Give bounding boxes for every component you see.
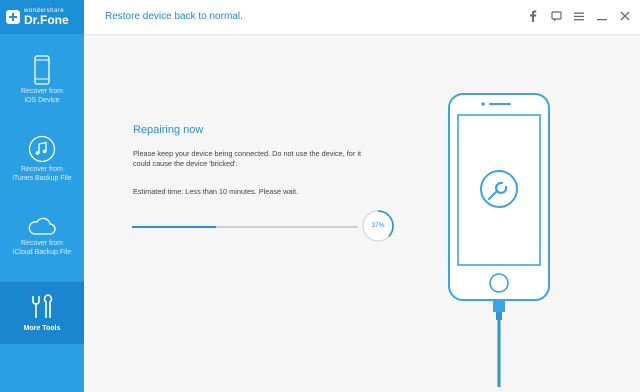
brand-text: wondershare Dr.Fone	[24, 8, 69, 26]
header-title: Restore device back to normal.	[105, 11, 243, 22]
phone-icon	[34, 55, 50, 85]
sidebar-item-label: Recover from iTunes Backup File	[0, 165, 84, 183]
facebook-icon[interactable]	[526, 9, 540, 23]
sidebar-item-more-tools[interactable]: More Tools	[0, 282, 84, 344]
label-line1: Recover from	[20, 240, 63, 247]
main-panel: Repairing now Please keep your device be…	[84, 35, 640, 392]
title-bar: Restore device back to normal.	[84, 0, 640, 35]
close-icon[interactable]	[618, 9, 632, 23]
repair-description: Please keep your device being connected.…	[133, 149, 361, 168]
label-line2: iOS Device	[24, 97, 60, 104]
menu-icon[interactable]	[572, 9, 586, 23]
app-logo: wondershare Dr.Fone	[0, 0, 84, 34]
feedback-icon[interactable]	[549, 9, 563, 23]
music-note-icon	[28, 135, 56, 163]
window-controls	[526, 9, 632, 23]
sidebar-item-recover-ios[interactable]: Recover from iOS Device	[0, 55, 84, 115]
plus-icon	[6, 10, 20, 24]
sidebar-item-label: Recover from iOS Device	[0, 87, 84, 105]
brand-name: Dr.Fone	[24, 13, 69, 27]
iphone-illustration	[448, 93, 550, 387]
progress-bar	[132, 226, 358, 228]
sidebar-item-recover-icloud[interactable]: Recover from iCloud Backup File	[0, 215, 84, 275]
minimize-icon[interactable]	[595, 9, 609, 23]
progress-percent: 37%	[371, 222, 385, 229]
label-line1: Recover from	[20, 166, 63, 173]
tools-icon	[32, 294, 53, 318]
label-line1: Recover from	[20, 88, 63, 95]
label-line2: iCloud Backup File	[12, 249, 72, 256]
cloud-icon	[28, 217, 56, 235]
label-line1: More Tools	[23, 325, 61, 332]
estimated-time: Estimated time: Less than 10 minutes. Pl…	[133, 187, 299, 196]
progress-fill	[132, 226, 216, 228]
label-line2: iTunes Backup File	[12, 175, 72, 182]
sidebar: wondershare Dr.Fone Recover from iOS Dev…	[0, 0, 90, 392]
sidebar-item-recover-itunes[interactable]: Recover from iTunes Backup File	[0, 135, 84, 195]
app-window: wondershare Dr.Fone Recover from iOS Dev…	[0, 0, 640, 392]
repair-title: Repairing now	[133, 124, 204, 136]
sidebar-item-label: More Tools	[0, 324, 84, 333]
sidebar-item-label: Recover from iCloud Backup File	[0, 239, 84, 257]
